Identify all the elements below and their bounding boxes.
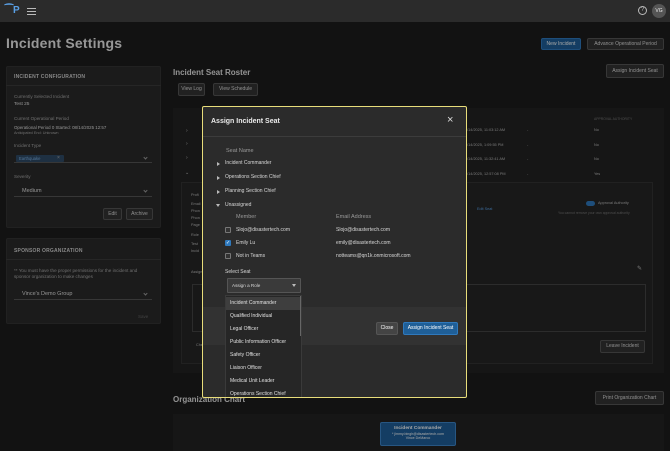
- seat-incident-commander[interactable]: Incident Commander: [225, 160, 271, 166]
- member-name: Emily Lu: [236, 240, 256, 246]
- member-name: Slojo@disastertech.com: [236, 227, 290, 233]
- role-option[interactable]: Qualified Individual: [226, 310, 301, 323]
- select-seat-label: Select Seat: [225, 269, 251, 275]
- divider: [203, 136, 466, 137]
- role-option[interactable]: Liaison Officer: [226, 362, 301, 375]
- email-header: Email Address: [336, 214, 372, 220]
- expand-icon[interactable]: [217, 162, 220, 166]
- member-checkbox[interactable]: [225, 227, 231, 233]
- seat-unassigned[interactable]: Unassigned: [225, 202, 251, 208]
- close-button[interactable]: Close: [376, 322, 398, 335]
- assign-incident-seat-submit-button[interactable]: Assign Incident Seat: [403, 322, 458, 335]
- seat-name-header: Seat Name: [226, 148, 254, 154]
- seat-planning-section-chief[interactable]: Planning Section Chief: [225, 188, 276, 194]
- member-email: emily@disastertech.com: [336, 240, 391, 246]
- role-dropdown-list: Incident Commander Qualified Individual …: [225, 295, 302, 397]
- help-icon[interactable]: ?: [638, 6, 647, 15]
- collapse-icon[interactable]: [216, 204, 220, 207]
- modal-title: Assign Incident Seat: [211, 118, 280, 125]
- member-email: notteams@qn1k.onmicrosoft.com: [336, 253, 411, 259]
- member-checkbox[interactable]: ✓: [225, 240, 231, 246]
- role-option[interactable]: Operations Section Chief: [226, 388, 301, 397]
- role-option[interactable]: Legal Officer: [226, 323, 301, 336]
- dropdown-scrollbar[interactable]: [300, 296, 301, 336]
- member-checkbox[interactable]: [225, 253, 231, 259]
- top-bar: [0, 0, 670, 22]
- expand-icon[interactable]: [217, 176, 220, 180]
- close-icon[interactable]: ×: [447, 114, 453, 126]
- expand-icon[interactable]: [217, 190, 220, 194]
- app-logo[interactable]: ⁀P: [5, 5, 20, 17]
- caret-down-icon[interactable]: [292, 284, 296, 287]
- assign-incident-seat-modal: Assign Incident Seat × Seat Name Inciden…: [202, 106, 467, 398]
- assign-role-placeholder: Assign a Role: [232, 283, 261, 288]
- seat-operations-section-chief[interactable]: Operations Section Chief: [225, 174, 281, 180]
- member-header: Member: [236, 214, 257, 220]
- role-option[interactable]: Incident Commander: [226, 297, 301, 310]
- member-name: Not in Teams: [236, 253, 266, 259]
- role-option[interactable]: Public Information Officer: [226, 336, 301, 349]
- avatar[interactable]: VG: [652, 4, 666, 18]
- role-option[interactable]: Medical Unit Leader: [226, 375, 301, 388]
- hamburger-menu-icon[interactable]: [27, 6, 36, 15]
- role-option[interactable]: Safety Officer: [226, 349, 301, 362]
- member-email: Slojo@disastertech.com: [336, 227, 390, 233]
